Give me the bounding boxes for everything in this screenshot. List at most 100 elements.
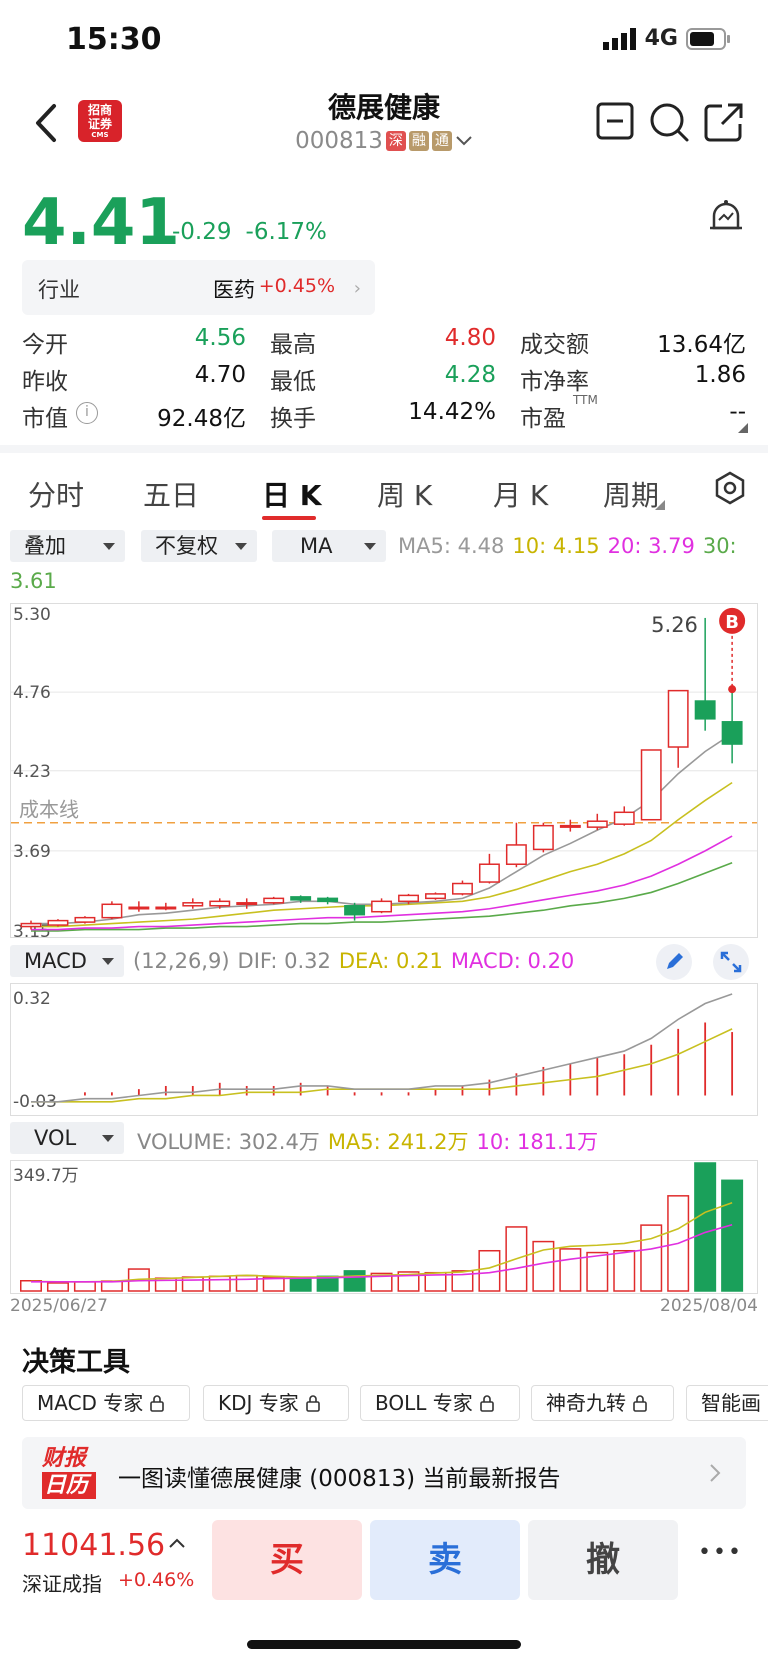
change-value: -0.29 [172,219,232,245]
tools-title: 决策工具 [22,1347,130,1378]
pencil-icon [667,953,683,969]
report-text: 一图读懂德展健康 (000813) 当前最新报告 [118,1466,561,1492]
index-name: 深证成指 [22,1572,102,1596]
candle-body [344,905,366,916]
candle-body [290,896,312,901]
vol-dropdown[interactable]: VOL [10,1122,124,1154]
stat-label: 最低 [270,369,316,395]
macd-params: (12,26,9) [133,949,230,973]
buy-marker-label: B [725,612,739,633]
candle-body [209,900,231,907]
info-icon[interactable]: i [76,402,98,424]
macd-dea: DEA: 0.21 [338,949,443,973]
tab-0[interactable]: 分时 [28,474,84,514]
tool-item-1[interactable]: KDJ 专家 [203,1385,349,1421]
tag-tong: 通 [431,131,452,151]
report-banner[interactable]: 财报 日历 一图读懂德展健康 (000813) 当前最新报告 [22,1437,746,1509]
volume-bar [343,1270,366,1292]
expand-chart-button[interactable] [713,944,749,980]
candle-body [640,749,662,821]
settings-icon[interactable] [713,471,747,505]
volume-bar [640,1224,663,1292]
sell-button[interactable]: 卖 [370,1520,520,1600]
candle [182,898,204,909]
vol-axis-top: 349.7万 [13,1166,79,1186]
ma-legend: MA5: 4.48 10: 4.15 20: 3.79 30: [398,534,737,558]
candle [317,896,339,905]
share-icon[interactable] [702,100,746,144]
adjust-dropdown[interactable]: 不复权 [141,530,257,562]
stat-value: 4.28 [444,362,496,388]
stat-label: 市净率 [520,369,589,395]
volume-bar [721,1179,744,1292]
tab-1[interactable]: 五日 [143,474,199,514]
candle [263,896,285,905]
candle [613,806,635,826]
stat-label: 今开 [22,332,68,358]
candle [452,880,473,896]
buy-button[interactable]: 买 [212,1520,362,1600]
candle [586,813,608,831]
price-axis-label: 4.76 [13,683,51,703]
battery-icon [686,27,730,50]
minimize-icon[interactable] [594,100,638,144]
index-value[interactable]: 11041.56 [22,1528,165,1563]
candle-body [317,897,339,903]
last-price: 4.41 [22,186,180,260]
lock-icon [479,1395,494,1412]
candle [559,819,581,832]
macd-dropdown[interactable]: MACD [10,945,124,977]
price-alert-icon[interactable] [706,198,746,238]
ma30-line [31,862,733,932]
candle [425,892,446,900]
tool-item-0[interactable]: MACD 专家 [22,1385,190,1421]
tool-label: 神奇九转 [546,1391,626,1415]
lock-icon [305,1395,320,1412]
stat-value: 4.80 [444,325,496,351]
tab-2[interactable]: 日 K [262,474,321,514]
tab-3[interactable]: 周 K [377,474,432,514]
tool-label: 智能画 [701,1391,761,1415]
tag-shen: 深 [385,131,406,151]
date-start: 2025/06/27 [10,1296,108,1316]
cancel-button[interactable]: 撤 [528,1520,678,1600]
tab-5[interactable]: 周期 [603,474,659,514]
tab-4[interactable]: 月 K [493,474,548,514]
candle [694,617,716,731]
indicator-dropdown[interactable]: MA [272,530,386,562]
macd-axis-top: 0.32 [13,989,51,1009]
search-icon[interactable] [647,100,691,144]
candle [721,686,743,764]
stock-code: 000813 [295,128,383,154]
ttm-label: TTM [573,393,598,407]
tool-item-3[interactable]: 神奇九转 [531,1385,674,1421]
edit-indicator-button[interactable] [656,944,692,980]
chevron-right-icon [710,1464,721,1482]
macd-chart[interactable]: 0.32-0.03 [10,983,758,1116]
candle-body [667,689,689,748]
home-indicator [247,1640,521,1649]
volume-chart[interactable]: 349.7万 [10,1160,758,1294]
candle-body [478,863,500,883]
overlay-dropdown[interactable]: 叠加 [10,530,125,562]
high-price-label: 5.26 [651,613,698,637]
ma5-label: MA5: 4.48 [398,534,505,558]
industry-label: 行业 [38,278,80,302]
vol-ma5: MA5: 241.2万 [327,1130,469,1154]
tool-item-4[interactable]: 智能画 [686,1385,768,1421]
industry-row[interactable]: 行业 医药 +0.45% › [22,260,375,315]
candle-body [263,897,285,904]
ma30-label: 30: [702,534,737,558]
stat-label: 换手 [270,406,316,432]
stat-value: -- [729,399,746,425]
stat-label: 市值 [22,406,68,432]
kline-chart[interactable]: 5.304.764.233.693.15成本线5.26 B [10,603,758,938]
ma5-line [31,732,733,925]
ma20-label: 20: 3.79 [607,534,695,558]
chevron-up-icon[interactable] [168,1536,186,1550]
volume-bar [46,1282,69,1292]
tool-item-2[interactable]: BOLL 专家 [360,1385,520,1421]
volume-bar [559,1248,582,1292]
vol-legend: VOLUME: 302.4万 MA5: 241.2万 10: 181.1万 [137,1126,598,1156]
more-button[interactable]: ••• [698,1540,743,1565]
